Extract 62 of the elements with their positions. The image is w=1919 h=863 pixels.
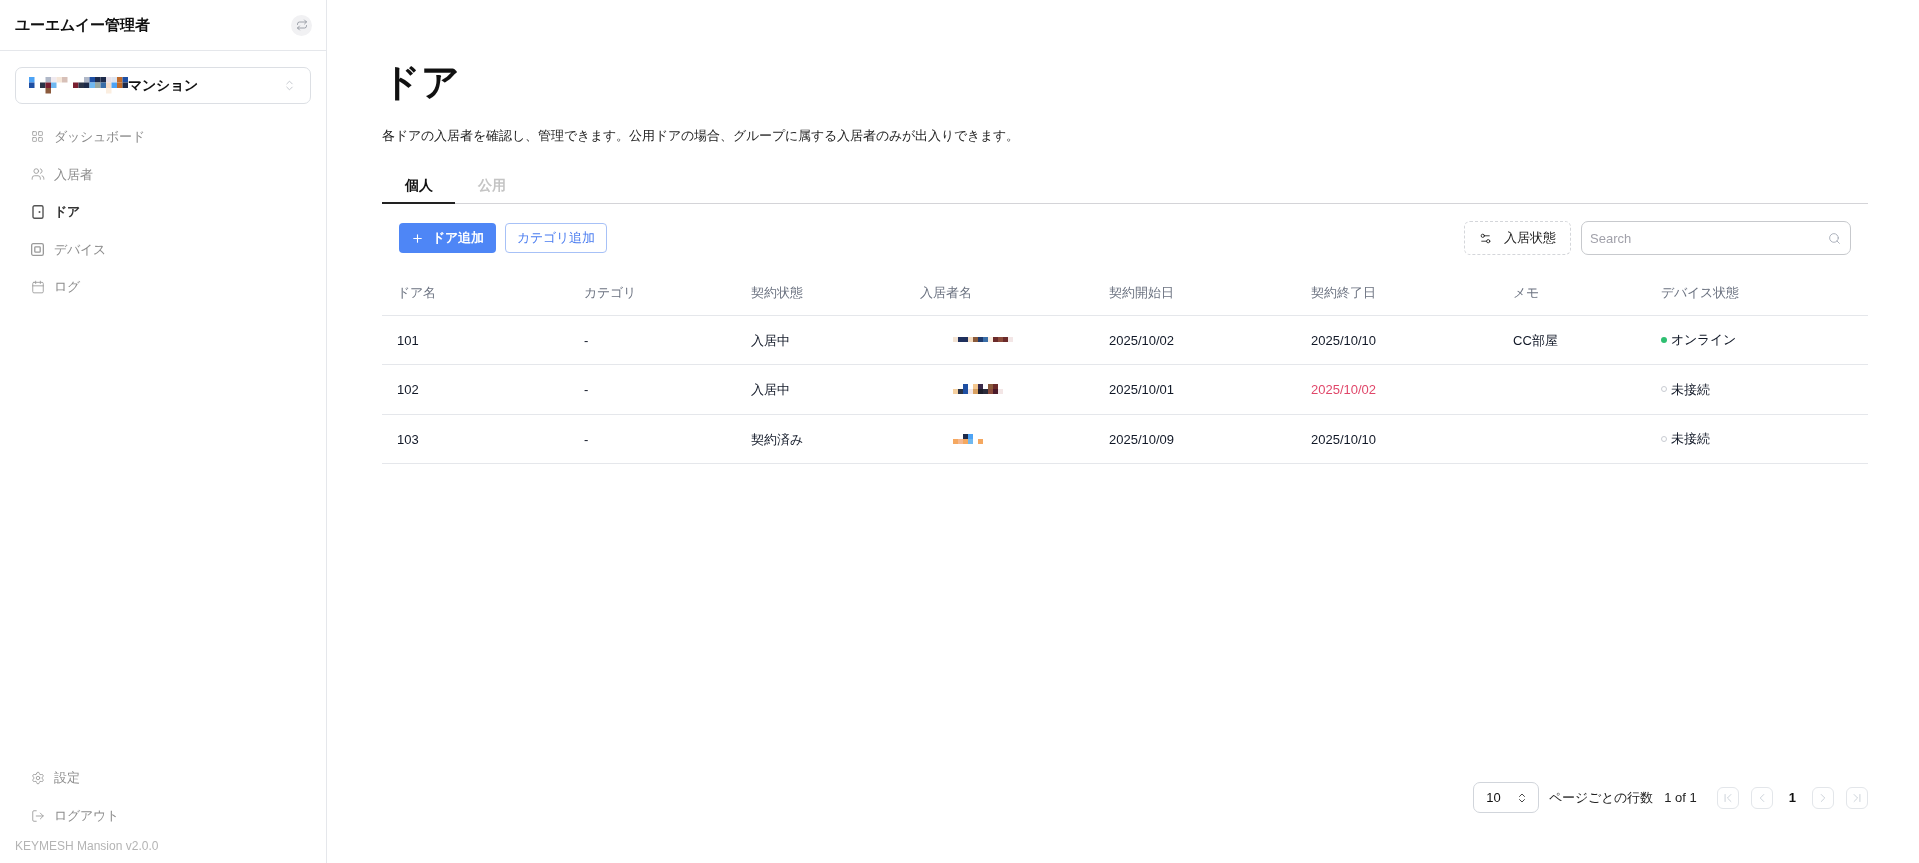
tab[interactable]: 個人 <box>382 168 455 204</box>
logout-link[interactable]: ログアウト <box>0 797 326 835</box>
page-size-select[interactable]: 10 <box>1473 782 1540 813</box>
column-header: 契約終了日 <box>1311 284 1376 300</box>
nav-item[interactable]: ドア <box>0 193 326 231</box>
column-header: カテゴリ <box>584 284 636 300</box>
table-cell: 入居中 <box>751 332 790 348</box>
table-cell: 契約済み <box>751 431 803 447</box>
nav-item[interactable]: デバイス <box>0 230 326 268</box>
version-label: KEYMESH Mansion v2.0.0 <box>14 838 160 855</box>
swap-icon <box>295 19 308 31</box>
column-header: 契約開始日 <box>1109 284 1174 300</box>
column-header: デバイス状態 <box>1661 284 1739 300</box>
table-cell: 2025/10/09 <box>1109 431 1175 447</box>
table-cell: 103 <box>397 431 419 447</box>
building-name: マンション <box>128 76 198 95</box>
filter-button[interactable]: 入居状態 <box>1464 221 1571 255</box>
column-header: 入居者名 <box>920 284 972 300</box>
add-door-button[interactable]: ドア追加 <box>399 223 496 253</box>
column-header: ドア名 <box>397 284 436 300</box>
page-title: ドア <box>382 60 460 105</box>
table-cell: 101 <box>397 332 419 348</box>
search-icon <box>1828 231 1841 245</box>
plus-icon <box>411 231 424 245</box>
table-cell: 102 <box>397 382 419 398</box>
users-icon <box>30 167 45 182</box>
table-cell: 2025/10/01 <box>1109 382 1175 398</box>
table-cell: 2025/10/10 <box>1311 332 1377 348</box>
table-cell: - <box>584 382 589 398</box>
sliders-icon <box>1479 231 1492 245</box>
device-icon <box>31 242 44 256</box>
table-cell: - <box>584 431 589 447</box>
column-header: メモ <box>1513 284 1539 300</box>
table-cell: 2025/10/02 <box>1311 382 1377 398</box>
page-info: 1 of 1 <box>1664 788 1697 807</box>
table-cell: 入居中 <box>751 382 790 398</box>
calendar-icon <box>30 279 45 294</box>
device-status: 未接続 <box>1671 430 1710 448</box>
chevrons-up-down-icon <box>283 79 296 92</box>
add-category-button[interactable]: カテゴリ追加 <box>505 223 607 253</box>
table-cell: 2025/10/02 <box>1109 332 1175 348</box>
settings-link[interactable]: 設定 <box>0 759 326 797</box>
column-header: 契約状態 <box>751 284 803 300</box>
table-cell: 2025/10/10 <box>1311 431 1377 447</box>
nav-item[interactable]: ログ <box>0 268 326 306</box>
logout-icon <box>30 809 45 823</box>
grid-icon <box>31 130 44 144</box>
building-select[interactable]: マンション <box>15 67 311 104</box>
table-cell: - <box>584 332 589 348</box>
nav-item[interactable]: ダッシュボード <box>0 118 326 156</box>
switch-button[interactable] <box>291 14 312 36</box>
device-status: オンライン <box>1671 331 1736 349</box>
current-page: 1 <box>1787 788 1797 807</box>
device-status: 未接続 <box>1671 380 1710 399</box>
nav-item[interactable]: 入居者 <box>0 155 326 193</box>
page-description: 各ドアの入居者を確認し、管理できます。公用ドアの場合、グループに属する入居者のみが出入りできます。 <box>382 127 1019 145</box>
door-icon <box>31 204 44 219</box>
rows-per-page-label: ページごとの行数 <box>1549 788 1654 807</box>
settings-icon <box>30 771 45 785</box>
search-field[interactable]: Search <box>1581 221 1851 255</box>
sidebar-title: ユーエムイー管理者 <box>15 14 150 35</box>
table-cell: CC部屋 <box>1513 332 1558 348</box>
